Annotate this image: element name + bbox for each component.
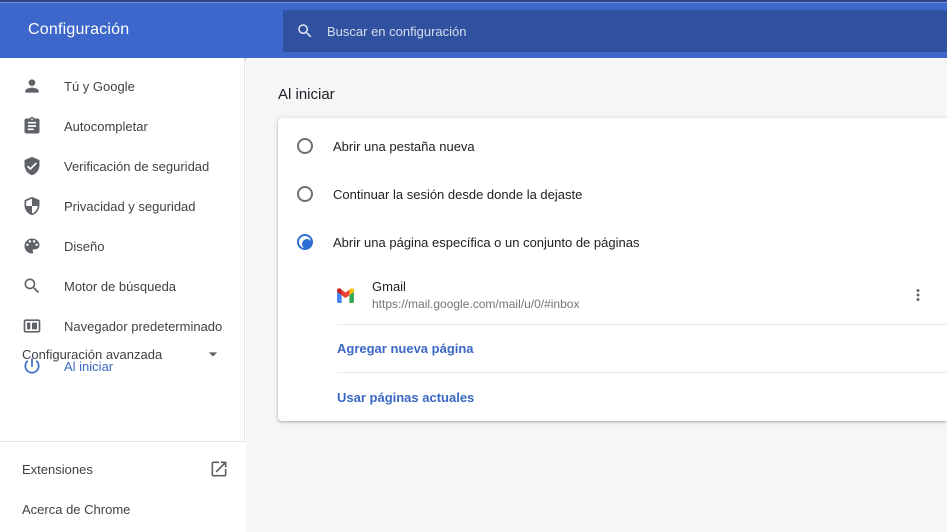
section-title: Al iniciar [278,86,335,103]
palette-icon [22,236,42,256]
sidebar-item-label: Diseño [64,238,105,254]
sidebar-item-about-chrome[interactable]: Acerca de Chrome [0,489,245,529]
sidebar-item-you-and-google[interactable]: Tú y Google [0,66,244,106]
option-label: Abrir una pestaña nueva [333,138,475,154]
radio-checked-icon[interactable] [297,234,313,250]
more-vert-icon[interactable] [906,283,930,307]
add-new-page-label: Agregar nueva página [337,341,474,356]
person-icon [22,76,42,96]
sidebar-item-label: Motor de búsqueda [64,278,177,294]
option-label: Abrir una página específica o un conjunt… [333,234,640,250]
gmail-icon [337,287,354,303]
sidebar-item-extensions[interactable]: Extensiones [0,449,245,489]
autofill-icon [22,116,42,136]
extensions-label: Extensiones [22,461,93,477]
add-new-page-button[interactable]: Agregar nueva página [278,325,947,372]
use-current-pages-button[interactable]: Usar páginas actuales [278,373,947,421]
option-continue-session[interactable]: Continuar la sesión desde donde la dejas… [278,170,947,218]
search-icon [296,22,314,40]
search-input[interactable] [314,10,947,52]
radio-icon[interactable] [297,138,313,154]
sidebar-item-autofill[interactable]: Autocompletar [0,106,244,146]
radio-icon[interactable] [297,186,313,202]
option-label: Continuar la sesión desde donde la dejas… [333,186,583,202]
sidebar-item-label: Navegador predeterminado [64,318,223,334]
chevron-down-icon [203,344,223,364]
option-open-new-tab[interactable]: Abrir una pestaña nueva [278,122,947,170]
sidebar-divider [0,441,245,442]
browser-icon [22,316,42,336]
startup-page-title: Gmail [372,279,406,294]
search-icon [22,276,42,296]
sidebar-item-label: Privacidad y seguridad [64,198,196,214]
sidebar-item-privacy[interactable]: Privacidad y seguridad [0,186,244,226]
main-content: Al iniciar Abrir una pestaña nueva Conti… [246,58,947,532]
sidebar-item-label: Tú y Google [64,78,135,94]
advanced-settings-label: Configuración avanzada [22,346,163,362]
option-open-specific-pages[interactable]: Abrir una página específica o un conjunt… [278,218,947,266]
page-title: Configuración [28,21,130,38]
about-chrome-label: Acerca de Chrome [22,501,131,517]
sidebar-item-label: Verificación de seguridad [64,158,210,174]
safety-check-icon [22,156,42,176]
sidebar-item-label: Autocompletar [64,118,148,134]
advanced-settings-toggle[interactable]: Configuración avanzada [0,334,245,374]
settings-header: Configuración [0,0,947,58]
startup-page-url: https://mail.google.com/mail/u/0/#inbox [372,297,580,311]
on-startup-card: Abrir una pestaña nueva Continuar la ses… [278,118,947,421]
sidebar-item-safety-check[interactable]: Verificación de seguridad [0,146,244,186]
settings-nav: Tú y Google Autocompletar Verificación d… [0,58,245,441]
shield-icon [22,196,42,216]
sidebar-item-search-engine[interactable]: Motor de búsqueda [0,266,244,306]
startup-page-info: Gmail https://mail.google.com/mail/u/0/#… [372,279,579,311]
use-current-pages-label: Usar páginas actuales [337,389,475,405]
external-link-icon [209,459,229,479]
startup-page-row: Gmail https://mail.google.com/mail/u/0/#… [278,266,947,324]
sidebar-item-appearance[interactable]: Diseño [0,226,244,266]
search-field[interactable] [283,10,947,52]
